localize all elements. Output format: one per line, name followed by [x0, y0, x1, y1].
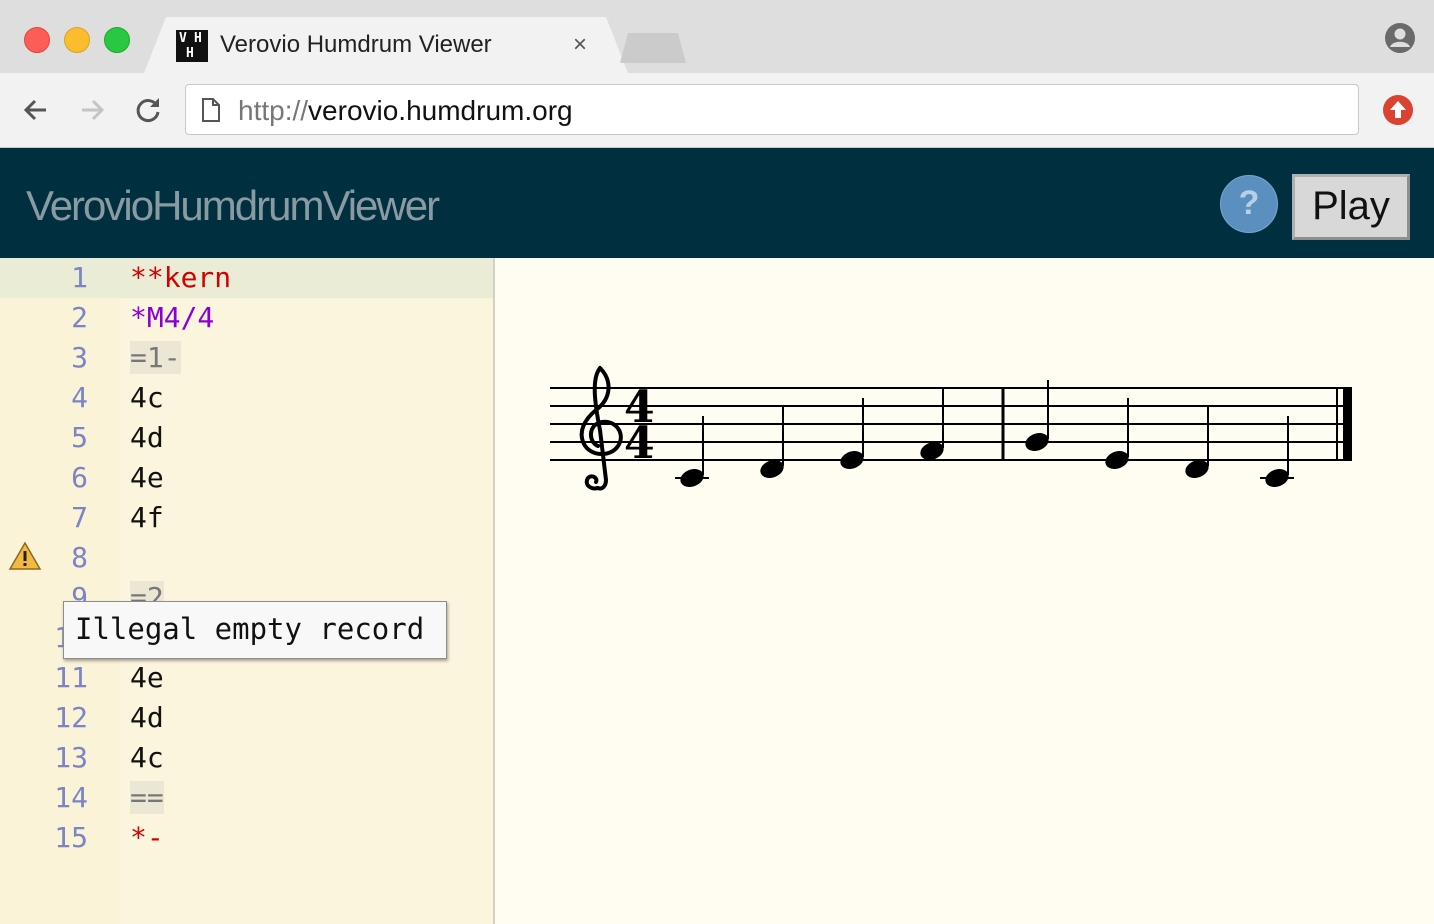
error-tooltip: Illegal empty record — [63, 601, 447, 659]
line-number: 4 — [71, 381, 88, 414]
code-token: =1- — [130, 341, 181, 374]
music-score[interactable]: 44 — [540, 350, 1370, 510]
url-text[interactable]: http://verovio.humdrum.org — [238, 95, 573, 127]
tab-close-icon[interactable]: × — [573, 30, 587, 60]
help-question-icon: ? — [1238, 184, 1260, 222]
code-token: 4e — [130, 661, 164, 694]
window-close-button[interactable] — [24, 27, 50, 53]
window-minimize-button[interactable] — [64, 27, 90, 53]
verovio-favicon-icon: V H H — [176, 30, 208, 62]
app-title: VerovioHumdrumViewer — [26, 182, 440, 229]
notes — [675, 380, 1294, 487]
humdrum-editor[interactable]: 1**kern2*M4/43=1-44c54d64e74f89=2104g114… — [0, 258, 495, 924]
code-token: *M4/4 — [130, 301, 215, 334]
code-line[interactable]: 4d — [130, 418, 164, 458]
new-tab-button[interactable] — [620, 33, 686, 63]
code-line[interactable]: 4f — [130, 498, 164, 538]
code-line[interactable]: 4e — [130, 458, 164, 498]
line-number: 1 — [71, 261, 88, 294]
help-button[interactable]: ? — [1220, 175, 1278, 233]
line-number: 6 — [71, 461, 88, 494]
line-number: 13 — [54, 741, 88, 774]
reload-icon[interactable] — [132, 94, 164, 126]
code-line[interactable]: 4d — [130, 698, 164, 738]
play-button[interactable]: Play — [1292, 174, 1410, 240]
code-token: 4e — [130, 461, 164, 494]
code-token: 4c — [130, 381, 164, 414]
notehead — [1105, 451, 1129, 469]
time-signature: 44 — [624, 382, 655, 469]
forward-arrow-icon[interactable] — [76, 94, 108, 126]
line-number: 5 — [71, 421, 88, 454]
code-line[interactable]: 4c — [130, 378, 164, 418]
page-icon — [202, 98, 220, 122]
line-number: 7 — [71, 501, 88, 534]
code-line[interactable]: *M4/4 — [130, 298, 214, 338]
line-number: 2 — [71, 301, 88, 334]
line-number: 15 — [54, 821, 88, 854]
staff-lines — [550, 387, 1352, 461]
notehead — [1265, 469, 1289, 487]
favicon-glyph: H — [186, 46, 194, 61]
code-token: *- — [130, 821, 164, 854]
line-number: 12 — [54, 701, 88, 734]
warning-icon[interactable] — [8, 541, 42, 571]
code-line[interactable]: 4c — [130, 738, 164, 778]
favicon-glyph: V — [179, 31, 187, 46]
code-token: == — [130, 781, 164, 814]
code-token: 4d — [130, 421, 164, 454]
code-token: 4d — [130, 701, 164, 734]
line-number: 3 — [71, 341, 88, 374]
notehead — [840, 451, 864, 469]
url-scheme: http:// — [238, 95, 309, 126]
code-line[interactable]: **kern — [130, 258, 231, 298]
time-signature-denominator: 4 — [624, 418, 655, 469]
favicon-glyph: H — [194, 31, 202, 46]
code-line[interactable]: 4e — [130, 658, 164, 698]
treble-clef-icon — [579, 366, 623, 491]
code-line[interactable]: =1- — [130, 338, 181, 378]
line-number: 11 — [54, 661, 88, 694]
code-token: 4f — [130, 501, 164, 534]
code-line[interactable]: == — [130, 778, 164, 818]
profile-icon[interactable] — [1384, 22, 1416, 54]
url-host: verovio.humdrum.org — [308, 95, 573, 126]
line-number: 14 — [54, 781, 88, 814]
code-token: 4c — [130, 741, 164, 774]
notehead — [1025, 433, 1049, 451]
code-token: **kern — [130, 261, 232, 294]
tab-title: Verovio Humdrum Viewer — [220, 31, 492, 58]
notehead — [680, 469, 704, 487]
final-barline-thick — [1343, 388, 1352, 460]
back-arrow-icon[interactable] — [20, 94, 52, 126]
upload-extension-icon[interactable] — [1382, 94, 1414, 126]
code-line[interactable]: *- — [130, 818, 164, 858]
window-zoom-button[interactable] — [104, 27, 130, 53]
